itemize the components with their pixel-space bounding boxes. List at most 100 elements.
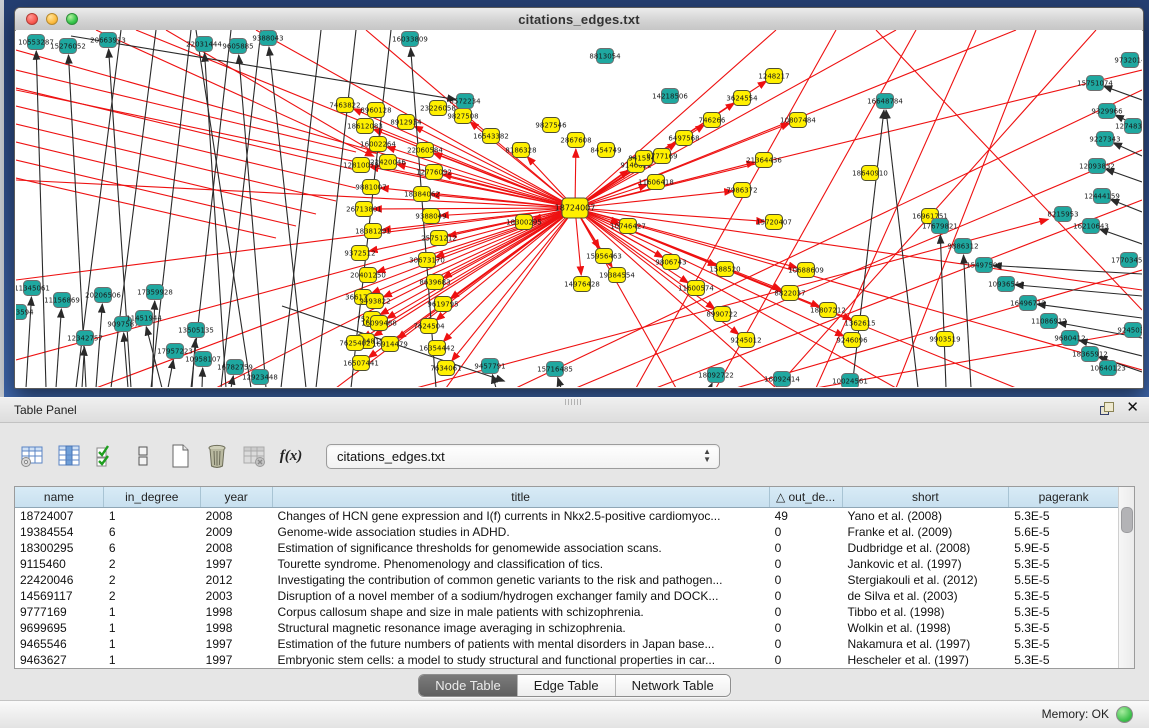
- table-row[interactable]: 2242004622012Investigating the contribut…: [15, 572, 1119, 588]
- table-cell[interactable]: 14569117: [15, 588, 104, 604]
- close-panel-icon[interactable]: ✕: [1126, 401, 1139, 415]
- memory-status-icon[interactable]: [1116, 706, 1133, 723]
- table-cell[interactable]: 6: [104, 540, 201, 556]
- table-cell[interactable]: 9777169: [15, 604, 104, 620]
- table-cell[interactable]: Tourette syndrome. Phenomenology and cla…: [273, 556, 770, 572]
- table-cell[interactable]: 1997: [201, 636, 273, 652]
- table-cell[interactable]: 1: [104, 652, 201, 668]
- table-cell[interactable]: 1997: [201, 556, 273, 572]
- table-cell[interactable]: 1: [104, 604, 201, 620]
- scrollbar-thumb[interactable]: [1121, 507, 1133, 533]
- table-cell[interactable]: 0: [770, 524, 843, 540]
- table-cell[interactable]: 5.3E-5: [1009, 508, 1119, 524]
- function-builder-icon[interactable]: f(x): [277, 443, 305, 469]
- splitter-grip[interactable]: [565, 399, 581, 405]
- table-cell[interactable]: 6: [104, 524, 201, 540]
- table-row[interactable]: 1938455462009Genome-wide association stu…: [15, 524, 1119, 540]
- table-cell[interactable]: 1998: [201, 620, 273, 636]
- delete-column-icon[interactable]: [203, 443, 231, 469]
- table-cell[interactable]: Nakamura et al. (1997): [843, 636, 1010, 652]
- table-cell[interactable]: 0: [770, 540, 843, 556]
- float-panel-icon[interactable]: [1100, 402, 1114, 415]
- table-cell[interactable]: Embryonic stem cells: a model to study s…: [273, 652, 770, 668]
- table-cell[interactable]: 2: [104, 588, 201, 604]
- table-cell[interactable]: 1: [104, 508, 201, 524]
- column-header-pagerank[interactable]: pagerank: [1009, 487, 1119, 507]
- column-header-name[interactable]: name: [15, 487, 104, 507]
- table-cell[interactable]: 0: [770, 604, 843, 620]
- table-cell[interactable]: 1: [104, 636, 201, 652]
- row-selection-icon[interactable]: [129, 443, 157, 469]
- table-cell[interactable]: 1997: [201, 652, 273, 668]
- table-panel-titlebar[interactable]: Table Panel ✕: [0, 398, 1149, 423]
- table-cell[interactable]: 0: [770, 652, 843, 668]
- delete-table-icon-disabled[interactable]: [240, 443, 268, 469]
- table-cell[interactable]: 1: [104, 620, 201, 636]
- table-row[interactable]: 969969511998Structural magnetic resonanc…: [15, 620, 1119, 636]
- table-cell[interactable]: 2003: [201, 588, 273, 604]
- window-titlebar[interactable]: citations_edges.txt: [15, 8, 1143, 31]
- table-cell[interactable]: 18300295: [15, 540, 104, 556]
- table-cell[interactable]: 1998: [201, 604, 273, 620]
- table-cell[interactable]: 5.3E-5: [1009, 652, 1119, 668]
- table-cell[interactable]: Dudbridge et al. (2008): [843, 540, 1010, 556]
- table-vertical-scrollbar[interactable]: [1118, 487, 1134, 668]
- tab-node-table[interactable]: Node Table: [419, 675, 518, 696]
- table-cell[interactable]: 2009: [201, 524, 273, 540]
- table-cell[interactable]: 2008: [201, 508, 273, 524]
- select-all-icon[interactable]: [92, 443, 120, 469]
- table-cell[interactable]: 2008: [201, 540, 273, 556]
- column-header-in_degree[interactable]: in_degree: [104, 487, 201, 507]
- table-cell[interactable]: Corpus callosum shape and size in male p…: [273, 604, 770, 620]
- table-cell[interactable]: 9463627: [15, 652, 104, 668]
- table-cell[interactable]: 5.3E-5: [1009, 588, 1119, 604]
- table-cell[interactable]: Estimation of the future numbers of pati…: [273, 636, 770, 652]
- network-table-select[interactable]: citations_edges.txt▲▼: [326, 444, 720, 469]
- table-row[interactable]: 1830029562008Estimation of significance …: [15, 540, 1119, 556]
- table-cell[interactable]: 0: [770, 588, 843, 604]
- table-cell[interactable]: 5.3E-5: [1009, 556, 1119, 572]
- column-header-short[interactable]: short: [843, 487, 1010, 507]
- table-cell[interactable]: 5.6E-5: [1009, 524, 1119, 540]
- table-cell[interactable]: 2: [104, 572, 201, 588]
- table-cell[interactable]: de Silva et al. (2003): [843, 588, 1010, 604]
- table-cell[interactable]: 0: [770, 636, 843, 652]
- table-cell[interactable]: Changes of HCN gene expression and I(f) …: [273, 508, 770, 524]
- table-cell[interactable]: 5.9E-5: [1009, 540, 1119, 556]
- table-row[interactable]: 977716911998Corpus callosum shape and si…: [15, 604, 1119, 620]
- column-header-title[interactable]: title: [273, 487, 770, 507]
- table-cell[interactable]: 9115460: [15, 556, 104, 572]
- table-cell[interactable]: Structural magnetic resonance image aver…: [273, 620, 770, 636]
- table-cell[interactable]: 5.3E-5: [1009, 620, 1119, 636]
- table-cell[interactable]: 0: [770, 572, 843, 588]
- table-cell[interactable]: 5.3E-5: [1009, 636, 1119, 652]
- tab-network-table[interactable]: Network Table: [616, 675, 730, 696]
- table-cell[interactable]: 18724007: [15, 508, 104, 524]
- tab-edge-table[interactable]: Edge Table: [518, 675, 616, 696]
- table-row[interactable]: 946362711997Embryonic stem cells: a mode…: [15, 652, 1119, 668]
- table-cell[interactable]: 2: [104, 556, 201, 572]
- table-cell[interactable]: Investigating the contribution of common…: [273, 572, 770, 588]
- table-cell[interactable]: 19384554: [15, 524, 104, 540]
- table-row[interactable]: 946554611997Estimation of the future num…: [15, 636, 1119, 652]
- column-header-out_de[interactable]: △ out_de...: [770, 487, 843, 507]
- table-cell[interactable]: 5.3E-5: [1009, 604, 1119, 620]
- table-cell[interactable]: 49: [770, 508, 843, 524]
- table-cell[interactable]: 5.5E-5: [1009, 572, 1119, 588]
- table-cell[interactable]: Estimation of significance thresholds fo…: [273, 540, 770, 556]
- table-cell[interactable]: 0: [770, 620, 843, 636]
- table-cell[interactable]: 9699695: [15, 620, 104, 636]
- table-cell[interactable]: Yano et al. (2008): [843, 508, 1010, 524]
- table-cell[interactable]: 0: [770, 556, 843, 572]
- table-mode-icon[interactable]: [18, 443, 46, 469]
- table-cell[interactable]: Stergiakouli et al. (2012): [843, 572, 1010, 588]
- table-cell[interactable]: Hescheler et al. (1997): [843, 652, 1010, 668]
- table-cell[interactable]: 2012: [201, 572, 273, 588]
- table-cell[interactable]: 22420046: [15, 572, 104, 588]
- table-cell[interactable]: Jankovic et al. (1997): [843, 556, 1010, 572]
- table-cell[interactable]: Wolkin et al. (1998): [843, 620, 1010, 636]
- table-cell[interactable]: 9465546: [15, 636, 104, 652]
- table-cell[interactable]: Disruption of a novel member of a sodium…: [273, 588, 770, 604]
- table-cell[interactable]: Franke et al. (2009): [843, 524, 1010, 540]
- table-cell[interactable]: Genome-wide association studies in ADHD.: [273, 524, 770, 540]
